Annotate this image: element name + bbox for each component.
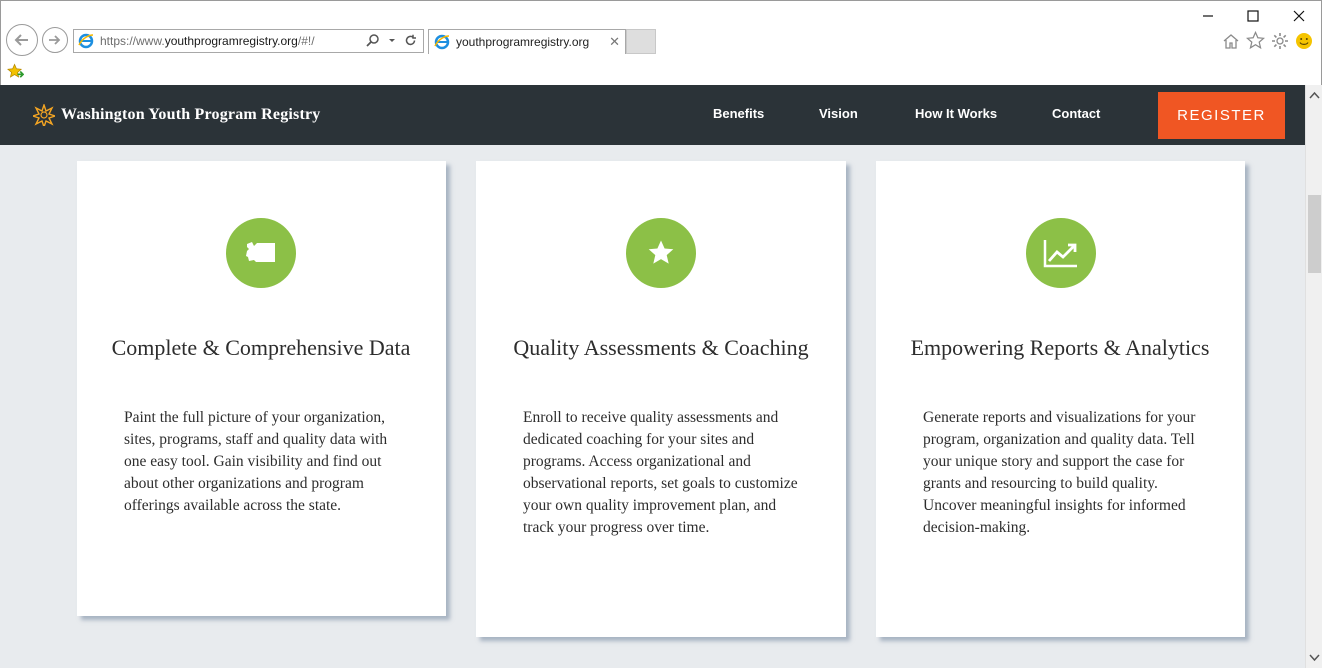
- card-description: Paint the full picture of your organizat…: [124, 409, 388, 514]
- minimize-icon: [1203, 15, 1213, 17]
- scrollbar-thumb[interactable]: [1308, 195, 1321, 273]
- maximize-icon: [1247, 10, 1259, 22]
- minimize-button[interactable]: [1195, 7, 1221, 25]
- back-button[interactable]: [6, 24, 38, 56]
- address-url: https://www.youthprogramregistry.org/#!/: [100, 34, 315, 48]
- vertical-scrollbar[interactable]: [1305, 85, 1322, 668]
- washington-state-icon: [226, 218, 296, 288]
- card-description: Enroll to receive quality assessments an…: [523, 409, 798, 536]
- dropdown-icon[interactable]: [388, 33, 396, 47]
- refresh-icon[interactable]: [404, 34, 417, 47]
- site-header: Washington Youth Program Registry Benefi…: [0, 85, 1305, 145]
- star-icon: [626, 218, 696, 288]
- nav-vision[interactable]: Vision: [819, 106, 858, 121]
- scroll-down-arrow-icon[interactable]: [1309, 654, 1320, 662]
- nav-contact[interactable]: Contact: [1052, 106, 1100, 121]
- card-title: Complete & Comprehensive Data: [111, 335, 411, 360]
- feedback-smiley-icon[interactable]: [1295, 32, 1313, 50]
- brand-burst-icon: [33, 104, 55, 126]
- feature-card-quality: Quality Assessments & Coaching Enroll to…: [476, 161, 846, 637]
- brand-logo[interactable]: Washington Youth Program Registry: [33, 104, 321, 126]
- register-button[interactable]: REGISTER: [1158, 92, 1285, 139]
- maximize-button[interactable]: [1240, 7, 1266, 25]
- scroll-up-arrow-icon[interactable]: [1309, 91, 1320, 99]
- close-icon: [1293, 10, 1305, 22]
- feature-card-reports: Empowering Reports & Analytics Generate …: [876, 161, 1245, 637]
- favorites-bar: [1, 57, 1322, 86]
- home-icon[interactable]: [1222, 32, 1240, 50]
- card-title: Empowering Reports & Analytics: [910, 335, 1210, 360]
- card-description: Generate reports and visualizations for …: [923, 409, 1196, 536]
- favorites-star-icon[interactable]: [1246, 31, 1265, 50]
- browser-toolbar-right: [1222, 31, 1313, 50]
- card-title: Quality Assessments & Coaching: [513, 335, 809, 360]
- brand-name: Washington Youth Program Registry: [61, 106, 321, 123]
- tab-ie-icon: [434, 34, 450, 50]
- nav-benefits[interactable]: Benefits: [713, 106, 764, 121]
- back-arrow-icon: [14, 34, 28, 46]
- chart-trend-icon: [1026, 218, 1096, 288]
- settings-gear-icon[interactable]: [1271, 32, 1289, 50]
- browser-chrome: https://www.youthprogramregistry.org/#!/…: [0, 0, 1322, 85]
- ie-page-icon: [78, 33, 94, 49]
- nav-how-it-works[interactable]: How It Works: [915, 106, 997, 121]
- webpage-viewport: Washington Youth Program Registry Benefi…: [0, 85, 1305, 668]
- tab-title: youthprogramregistry.org: [456, 35, 590, 49]
- add-to-favorites-bar-icon[interactable]: [7, 63, 24, 80]
- feature-card-data: Complete & Comprehensive Data Paint the …: [77, 161, 446, 616]
- tab-close-icon[interactable]: ✕: [609, 34, 620, 50]
- search-icon[interactable]: [366, 33, 380, 47]
- forward-arrow-icon: [49, 35, 61, 45]
- forward-button[interactable]: [42, 27, 68, 53]
- browser-tab[interactable]: youthprogramregistry.org ✕: [428, 29, 626, 54]
- address-tools: [366, 33, 417, 47]
- close-window-button[interactable]: [1286, 7, 1312, 25]
- new-tab-button[interactable]: [626, 29, 656, 54]
- address-bar[interactable]: https://www.youthprogramregistry.org/#!/: [73, 29, 424, 53]
